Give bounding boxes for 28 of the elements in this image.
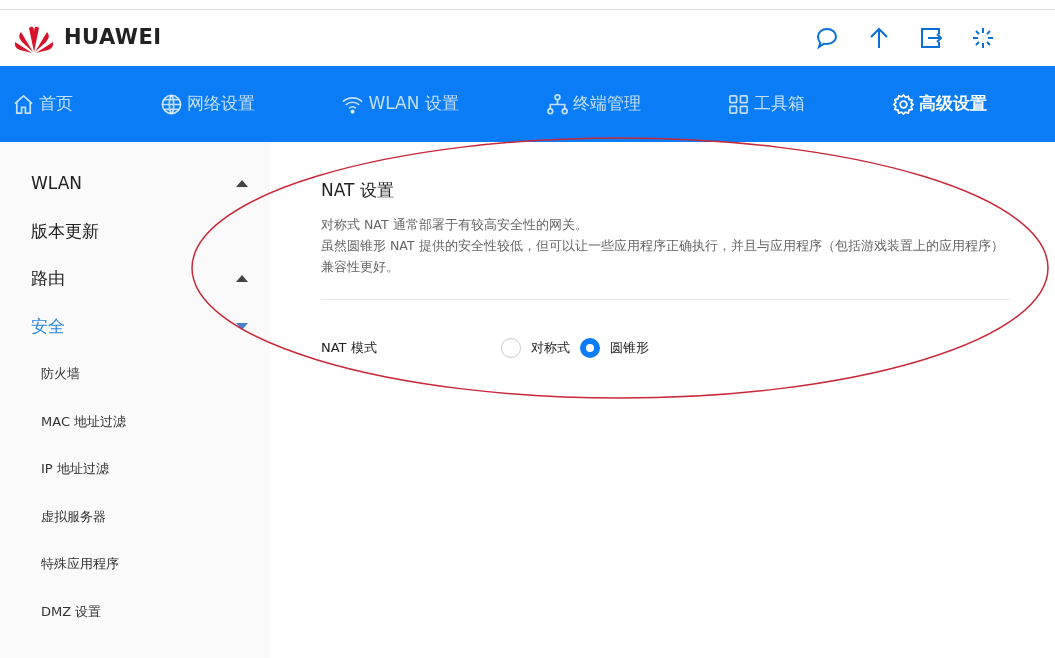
- section-title: NAT 设置: [321, 179, 395, 202]
- sidebar-subitem[interactable]: 特殊应用程序: [0, 540, 270, 588]
- sidebar-item[interactable]: 路由: [0, 255, 270, 303]
- field-label: NAT 模式: [321, 338, 378, 357]
- sidebar-subitem[interactable]: DMZ 设置: [0, 587, 270, 635]
- sidebar-subitem[interactable]: IP 地址过滤: [0, 445, 270, 493]
- description-text: 对称式 NAT 通常部署于有较高安全性的网关。: [321, 215, 589, 234]
- radio-label: 对称式: [531, 338, 570, 357]
- radio-label: 圆锥形: [610, 338, 649, 357]
- logout-icon[interactable]: [919, 26, 943, 50]
- brand-name: HUAWEI: [64, 24, 162, 52]
- sidebar-item[interactable]: 版本更新: [0, 207, 270, 255]
- radio-button[interactable]: [580, 337, 600, 358]
- radio-button[interactable]: [501, 337, 521, 358]
- loading-spinner-icon[interactable]: [971, 26, 995, 50]
- globe-icon: [159, 92, 183, 116]
- sidebar-subitem[interactable]: 防火墙: [0, 350, 270, 398]
- nav-tab[interactable]: 高级设置: [891, 91, 987, 117]
- sidebar-item[interactable]: WLAN: [0, 160, 270, 208]
- home-icon: [12, 92, 35, 116]
- sidebar-subitem[interactable]: 虚拟服务器: [0, 492, 270, 540]
- description-text: 虽然圆锥形 NAT 提供的安全性较低，但可以让一些应用程序正确执行，并且与应用程序（包括游戏装置上的应用程序）兼容性更好。: [321, 236, 1005, 276]
- grid-icon: [727, 92, 751, 116]
- sidebar-subitem[interactable]: MAC 地址过滤: [0, 397, 270, 445]
- chat-bubble-icon[interactable]: [815, 26, 839, 50]
- network-tree-icon: [545, 92, 569, 116]
- gear-icon: [891, 92, 915, 116]
- sidebar-item[interactable]: 安全: [0, 302, 270, 350]
